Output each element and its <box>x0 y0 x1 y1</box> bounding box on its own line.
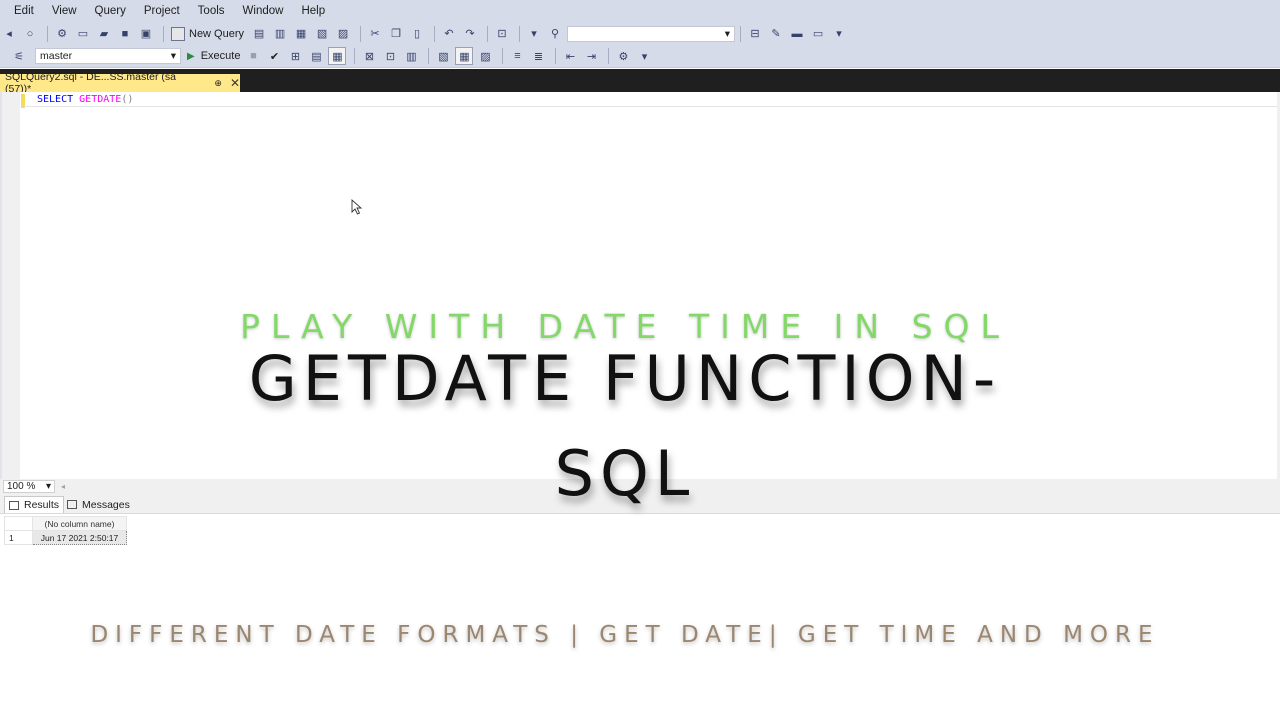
chevron-down-icon: ▾ <box>724 27 731 40</box>
toolbar-overflow-icon[interactable]: ▾ <box>830 25 848 43</box>
intellisense-icon[interactable]: ▦ <box>328 47 347 65</box>
window-layout-icon[interactable]: ▭ <box>809 25 827 43</box>
open-file-icon[interactable]: ▰ <box>95 25 113 43</box>
back-icon[interactable]: ◂ <box>0 25 18 43</box>
configuration-dropdown-icon[interactable]: ▾ <box>525 25 543 43</box>
estimated-plan-icon[interactable]: ⊞ <box>286 47 304 65</box>
document-tab-strip: SQLQuery2.sql - DE...SS.master (sa (57))… <box>0 69 1280 95</box>
database-select[interactable]: master ▾ <box>35 48 181 64</box>
find-icon[interactable]: ⚲ <box>546 25 564 43</box>
client-statistics-icon[interactable]: ▥ <box>402 47 420 65</box>
toolbar-separator <box>608 48 610 64</box>
standard-toolbar: ◂ ○ ⚙ ▭ ▰ ■ ▣ New Query ▤ ▥ ▦ ▧ ▨ ✂ ❐ ▯ … <box>0 22 1280 45</box>
comment-out-icon[interactable]: ≡ <box>508 47 526 65</box>
forward-icon[interactable]: ○ <box>21 25 39 43</box>
properties-wrench-icon[interactable]: ✎ <box>767 25 785 43</box>
close-icon[interactable]: ✕ <box>230 76 240 90</box>
cancel-query-icon[interactable]: ■ <box>244 47 262 65</box>
paste-icon[interactable]: ▯ <box>408 25 426 43</box>
uncomment-icon[interactable]: ≣ <box>529 47 547 65</box>
sql-editor-toolbar: ⚟ master ▾ ▶ Execute ■ ✔ ⊞ ▤ ▦ ⊠ ⊡ ▥ ▧ ▦… <box>0 45 1280 68</box>
toolbar-separator <box>360 25 362 42</box>
toolbar-separator <box>519 25 521 42</box>
toolbar-separator <box>163 25 164 42</box>
menu-edit[interactable]: Edit <box>14 5 34 17</box>
database-engine-query-icon[interactable]: ▤ <box>250 25 268 43</box>
undo-icon[interactable]: ↶ <box>440 25 458 43</box>
overlay-subtitle: DIFFERENT DATE FORMATS | GET DATE| GET T… <box>90 622 1160 648</box>
menu-window[interactable]: Window <box>243 5 284 17</box>
overlay-title-line2: SQL <box>554 437 696 510</box>
execute-label: Execute <box>200 50 241 62</box>
specify-values-icon[interactable]: ⚙ <box>614 47 632 65</box>
cut-icon[interactable]: ✂ <box>366 25 384 43</box>
save-all-icon[interactable]: ▣ <box>137 25 155 43</box>
table-row: 1 Jun 17 2021 2:50:17 <box>4 530 127 545</box>
toolbox-icon[interactable]: ▬ <box>788 25 806 43</box>
decrease-indent-icon[interactable]: ⇤ <box>561 47 579 65</box>
row-number[interactable]: 1 <box>4 530 33 545</box>
results-to-text-icon[interactable]: ▧ <box>434 47 452 65</box>
grid-corner[interactable] <box>4 516 33 531</box>
live-query-stats-icon[interactable]: ⊡ <box>381 47 399 65</box>
toolbar-overflow-icon[interactable]: ▾ <box>635 47 653 65</box>
results-to-grid-icon[interactable]: ▦ <box>455 47 474 65</box>
solution-explorer-icon[interactable]: ⊟ <box>746 25 764 43</box>
grid-header-row: (No column name) <box>4 516 127 531</box>
mouse-pointer-icon <box>351 199 363 215</box>
menu-view[interactable]: View <box>52 5 77 17</box>
sql-function: GETDATE <box>79 94 122 105</box>
toolbar-separator <box>487 25 489 42</box>
analysis-dmx-query-icon[interactable]: ▦ <box>292 25 310 43</box>
menu-help[interactable]: Help <box>301 5 325 17</box>
new-query-label: New Query <box>189 27 245 40</box>
new-project-icon[interactable]: ⚙ <box>53 25 71 43</box>
new-query-icon <box>171 26 185 41</box>
find-in-files-icon[interactable]: ⊡ <box>493 25 511 43</box>
toolbar-separator <box>555 48 557 64</box>
toolbar-separator <box>502 48 504 64</box>
add-item-icon[interactable]: ▭ <box>74 25 92 43</box>
column-header[interactable]: (No column name) <box>32 516 127 531</box>
parse-checkmark-icon[interactable]: ✔ <box>265 47 283 65</box>
toolbar-separator <box>354 48 356 64</box>
save-icon[interactable]: ■ <box>116 25 134 43</box>
sql-parens: () <box>121 94 134 105</box>
query-options-icon[interactable]: ▤ <box>307 47 325 65</box>
database-select-value: master <box>40 50 73 62</box>
menu-tools[interactable]: Tools <box>198 5 225 17</box>
result-cell[interactable]: Jun 17 2021 2:50:17 <box>32 530 127 545</box>
results-to-file-icon[interactable]: ▨ <box>476 47 494 65</box>
menu-bar: Edit View Query Project Tools Window Hel… <box>0 0 1280 22</box>
overlay-title-line1: GETDATE FUNCTION- <box>248 342 1002 415</box>
copy-icon[interactable]: ❐ <box>387 25 405 43</box>
play-icon: ▶ <box>187 50 195 62</box>
pin-icon[interactable]: ⊕ <box>214 78 222 89</box>
overlay-title: GETDATE FUNCTION- SQL <box>0 343 1250 510</box>
toolbar-separator <box>47 25 48 42</box>
search-combo[interactable]: ▾ <box>567 25 736 42</box>
new-query-button[interactable]: New Query <box>171 26 245 41</box>
tab-sqlquery2[interactable]: SQLQuery2.sql - DE...SS.master (sa (57))… <box>0 71 240 95</box>
include-actual-plan-icon[interactable]: ⊠ <box>360 47 378 65</box>
line-ruler <box>24 106 1280 107</box>
toolbar-separator <box>434 25 436 42</box>
connect-icon[interactable]: ⚟ <box>10 47 28 65</box>
analysis-das-query-icon[interactable]: ▨ <box>334 25 352 43</box>
results-grid: (No column name) 1 Jun 17 2021 2:50:17 <box>4 516 127 545</box>
toolbar-separator <box>740 25 742 42</box>
toolbar-separator <box>428 48 430 64</box>
code-line[interactable]: SELECT GETDATE() <box>37 94 133 105</box>
sql-keyword: SELECT <box>37 94 74 105</box>
execute-button[interactable]: ▶ Execute <box>187 50 240 62</box>
menu-project[interactable]: Project <box>144 5 180 17</box>
overlay-tagline: PLAY WITH DATE TIME IN SQL <box>240 307 1010 346</box>
menu-query[interactable]: Query <box>95 5 126 17</box>
analysis-mdx-query-icon[interactable]: ▥ <box>271 25 289 43</box>
increase-indent-icon[interactable]: ⇥ <box>582 47 600 65</box>
redo-icon[interactable]: ↷ <box>461 25 479 43</box>
chevron-down-icon: ▾ <box>170 50 176 62</box>
analysis-xmla-query-icon[interactable]: ▧ <box>313 25 331 43</box>
